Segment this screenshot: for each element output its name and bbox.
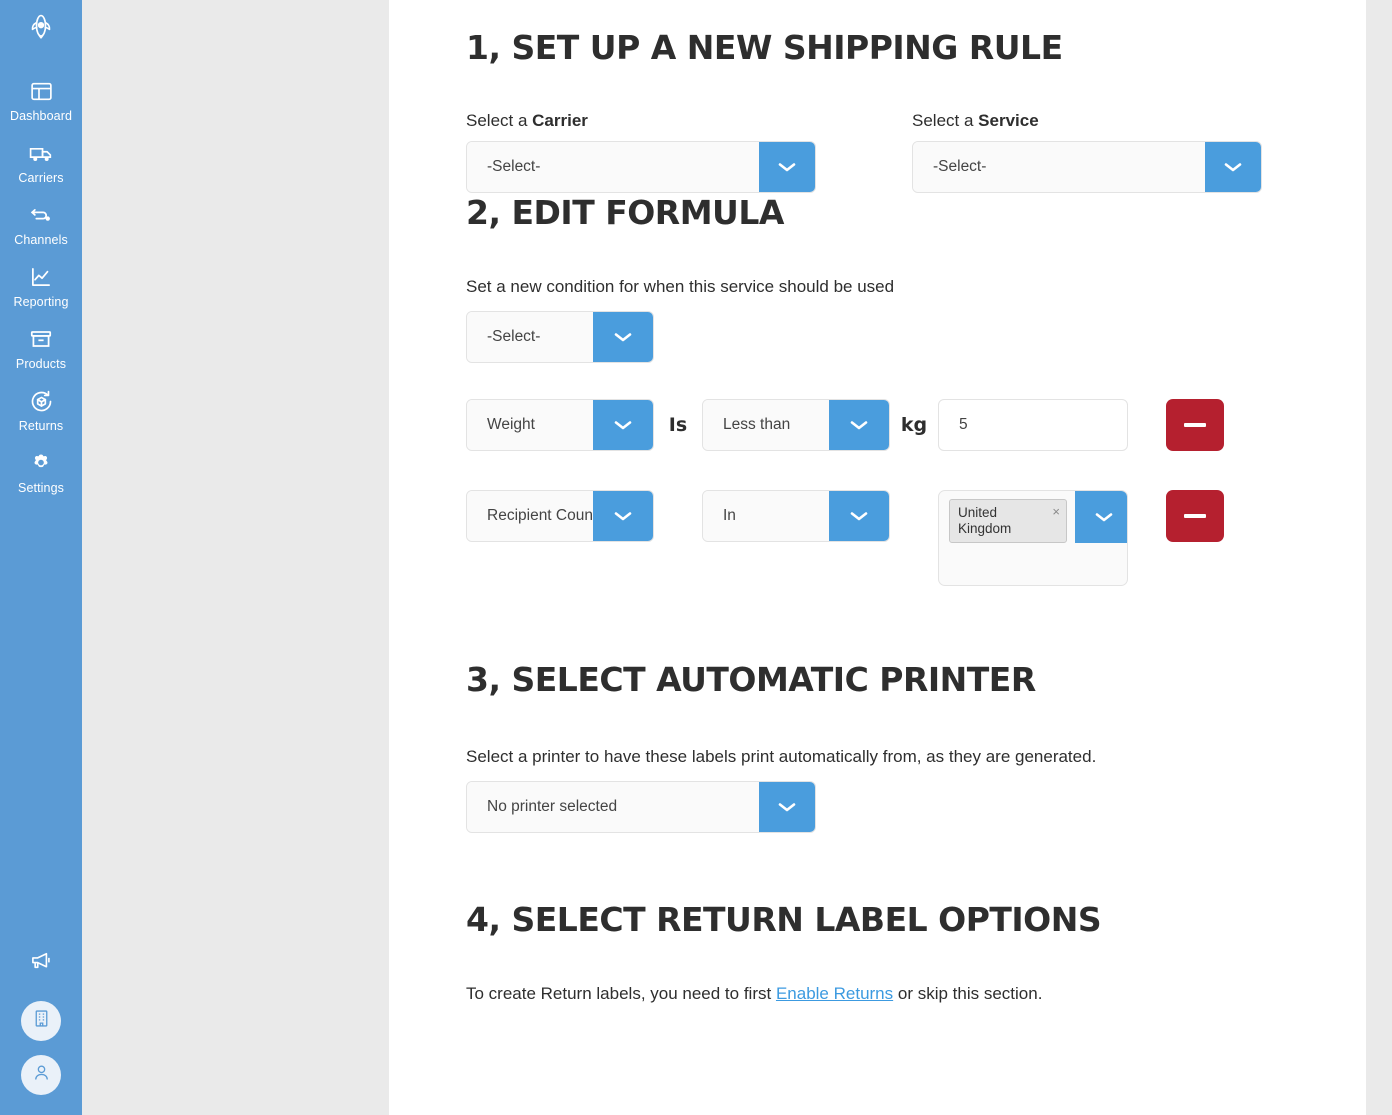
sidebar-item-label: Returns	[18, 419, 64, 433]
service-label-prefix: Select a	[912, 111, 979, 130]
sidebar-item-channels[interactable]: Channels	[0, 194, 82, 252]
condition-comparator-value: Less than	[703, 400, 829, 450]
new-condition-value: -Select-	[467, 312, 593, 362]
tag-item[interactable]: United Kingdom ×	[949, 499, 1067, 543]
truck-icon	[26, 138, 56, 168]
app-root: Dashboard Carriers Channels Reporting Pr…	[0, 0, 1392, 1115]
tag-label: United Kingdom	[958, 505, 1012, 536]
chart-icon	[26, 262, 56, 292]
sidebar-item-label: Dashboard	[9, 109, 73, 123]
left-gutter	[82, 0, 389, 1115]
remove-condition-button[interactable]	[1166, 490, 1224, 542]
printer-select[interactable]: No printer selected	[466, 781, 816, 833]
selected-tags: United Kingdom ×	[939, 491, 1075, 585]
main-content: 1, SET UP A NEW SHIPPING RULE Select a C…	[389, 0, 1392, 1115]
sidebar-item-reporting[interactable]: Reporting	[0, 256, 82, 314]
sidebar-item-label: Settings	[18, 481, 64, 495]
dashboard-icon	[26, 76, 56, 106]
service-label-strong: Service	[978, 111, 1039, 130]
service-select[interactable]: -Select-	[912, 141, 1262, 193]
returns-icon	[26, 386, 56, 416]
returns-text-after: or skip this section.	[893, 984, 1043, 1003]
condition-operator-label	[654, 490, 702, 542]
channels-icon	[26, 200, 56, 230]
section-3-title: 3, SELECT AUTOMATIC PRINTER	[466, 660, 1036, 699]
carrier-label-strong: Carrier	[532, 111, 588, 130]
section-1-title: 1, SET UP A NEW SHIPPING RULE	[466, 28, 1063, 67]
app-logo[interactable]	[18, 6, 64, 52]
sidebar-item-label: Carriers	[18, 171, 64, 185]
sidebar-bottom-actions	[0, 943, 82, 1109]
condition-field-value: Weight	[467, 400, 593, 450]
new-condition-select[interactable]: -Select-	[466, 311, 654, 363]
condition-row: Weight Is Less than kg	[466, 399, 1392, 451]
returns-helper-text: To create Return labels, you need to fir…	[466, 984, 1392, 1004]
condition-comparator-select[interactable]: In	[702, 490, 890, 542]
right-gutter	[1366, 0, 1392, 1115]
carrier-select[interactable]: -Select-	[466, 141, 816, 193]
gear-icon	[26, 448, 56, 478]
condition-value-input[interactable]	[938, 399, 1128, 451]
chevron-down-icon[interactable]	[829, 491, 889, 541]
chevron-down-icon[interactable]	[759, 782, 815, 832]
rocket-icon	[26, 12, 56, 47]
carrier-label-prefix: Select a	[466, 111, 533, 130]
carrier-service-row: Select a Carrier -Select- Select a Servi…	[466, 111, 1392, 193]
sidebar-item-products[interactable]: Products	[0, 318, 82, 376]
service-select-value: -Select-	[913, 142, 1205, 192]
chevron-down-icon[interactable]	[1205, 142, 1261, 192]
condition-field-select[interactable]: Weight	[466, 399, 654, 451]
sidebar-item-label: Products	[15, 357, 67, 371]
minus-icon	[1184, 423, 1206, 427]
box-icon	[26, 324, 56, 354]
condition-field-select[interactable]: Recipient Country	[466, 490, 654, 542]
condition-unit-label	[890, 490, 938, 542]
service-label: Select a Service	[912, 111, 1358, 131]
section-2-title: 2, EDIT FORMULA	[466, 193, 784, 232]
carrier-select-value: -Select-	[467, 142, 759, 192]
condition-country-multiselect[interactable]: United Kingdom ×	[938, 490, 1128, 586]
sidebar-item-dashboard[interactable]: Dashboard	[0, 70, 82, 128]
printer-helper-text: Select a printer to have these labels pr…	[466, 747, 1097, 766]
sidebar-item-returns[interactable]: Returns	[0, 380, 82, 438]
chevron-down-icon[interactable]	[593, 400, 653, 450]
carrier-label: Select a Carrier	[466, 111, 912, 131]
building-icon	[31, 1008, 52, 1034]
chevron-down-icon[interactable]	[593, 491, 653, 541]
enable-returns-link[interactable]: Enable Returns	[776, 984, 893, 1003]
account-button[interactable]	[21, 1055, 61, 1095]
sidebar-item-carriers[interactable]: Carriers	[0, 132, 82, 190]
formula-helper-text: Set a new condition for when this servic…	[466, 277, 895, 296]
chevron-down-icon[interactable]	[593, 312, 653, 362]
user-icon	[31, 1062, 52, 1088]
condition-row: Recipient Country In United Kingdom ×	[466, 490, 1392, 586]
service-field-group: Select a Service -Select-	[912, 111, 1358, 193]
condition-operator-label: Is	[668, 414, 688, 436]
condition-comparator-value: In	[703, 491, 829, 541]
section-4-title: 4, SELECT RETURN LABEL OPTIONS	[466, 900, 1102, 939]
sidebar-item-label: Reporting	[13, 295, 69, 309]
close-icon[interactable]: ×	[1052, 505, 1060, 519]
chevron-down-icon[interactable]	[759, 142, 815, 192]
sidebar-item-settings[interactable]: Settings	[0, 442, 82, 500]
megaphone-icon	[28, 948, 54, 979]
condition-field-value: Recipient Country	[467, 491, 593, 541]
chevron-down-icon[interactable]	[829, 400, 889, 450]
chevron-down-icon[interactable]	[1075, 491, 1127, 543]
printer-row: No printer selected	[466, 781, 1392, 833]
sidebar-item-label: Channels	[14, 233, 68, 247]
company-button[interactable]	[21, 1001, 61, 1041]
new-condition-row: -Select-	[466, 311, 1392, 363]
announcements-button[interactable]	[21, 943, 61, 983]
condition-unit-label: kg	[900, 414, 928, 436]
sidebar: Dashboard Carriers Channels Reporting Pr…	[0, 0, 82, 1115]
carrier-field-group: Select a Carrier -Select-	[466, 111, 912, 193]
printer-select-value: No printer selected	[467, 782, 759, 832]
condition-comparator-select[interactable]: Less than	[702, 399, 890, 451]
returns-text-before: To create Return labels, you need to fir…	[466, 984, 776, 1003]
remove-condition-button[interactable]	[1166, 399, 1224, 451]
minus-icon	[1184, 514, 1206, 518]
